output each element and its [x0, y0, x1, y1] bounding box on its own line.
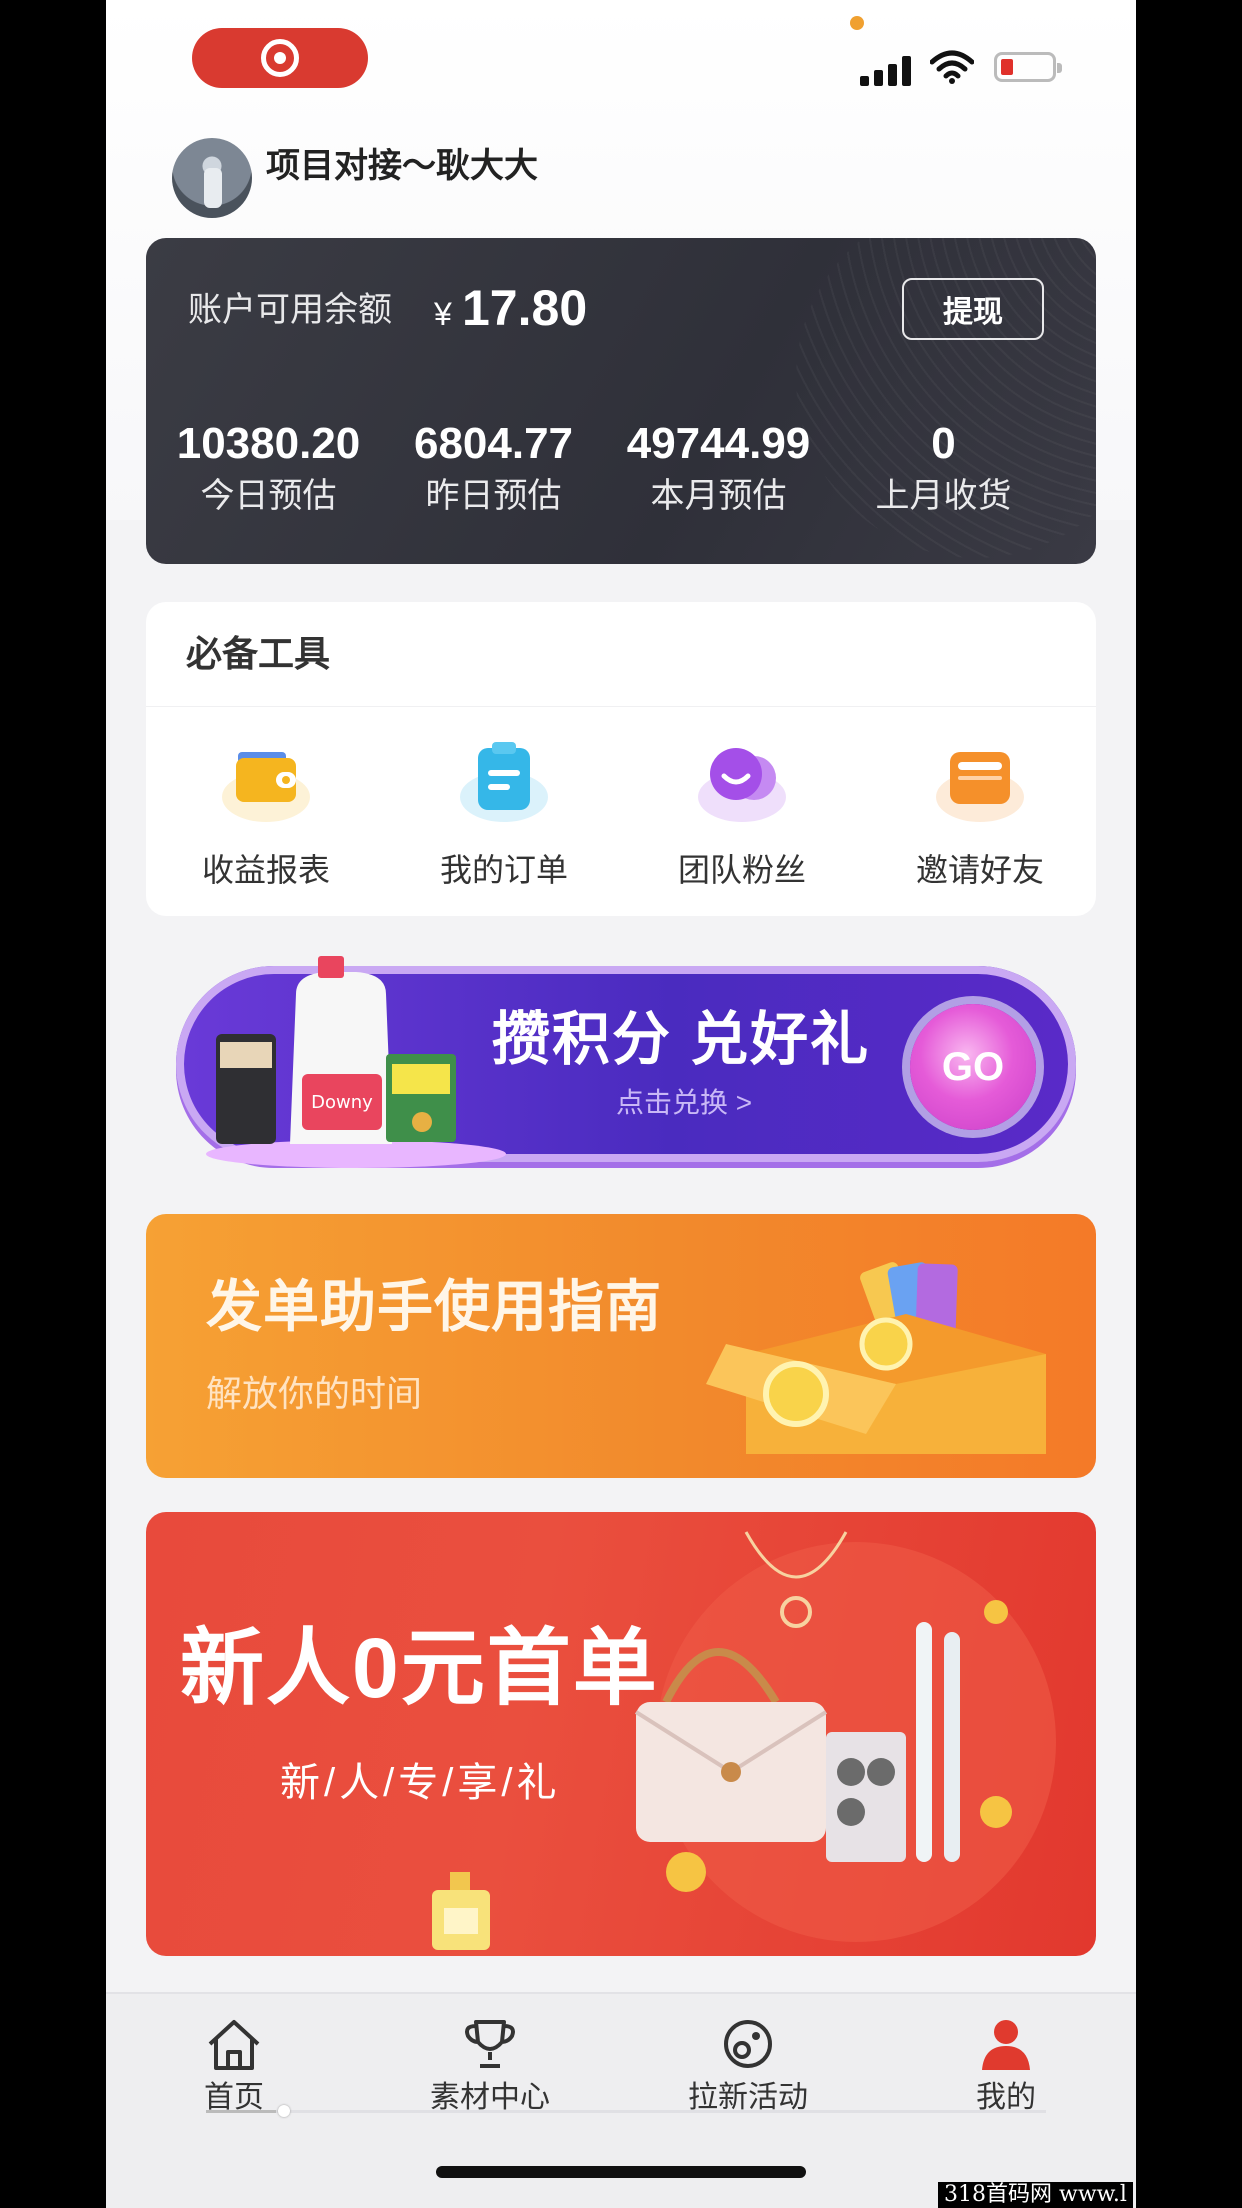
username: 项目对接～耿大大: [266, 147, 538, 185]
points-redeem-banner[interactable]: Downy 攒积分 兑好礼 点击兑换 > GO: [146, 956, 1096, 1168]
balance-label: 账户可用余额: [188, 291, 392, 329]
battery-low-icon: [994, 52, 1062, 82]
avatar[interactable]: [172, 138, 252, 218]
wallet-icon: [218, 732, 314, 828]
stat-today[interactable]: 10380.20 今日预估: [156, 418, 381, 518]
newcomer-subtitle: 新/人/专/享/礼: [280, 1761, 561, 1805]
stat-value: 49744.99: [626, 419, 811, 468]
bottom-tab-bar: 首页 素材中心 拉新活动 我的: [106, 1992, 1136, 2208]
stat-label: 今日预估: [200, 477, 337, 515]
withdraw-button[interactable]: 提现: [902, 278, 1044, 340]
tool-earnings-report[interactable]: 收益报表: [166, 732, 366, 890]
stat-value: 0: [931, 419, 956, 468]
screen-record-indicator[interactable]: [192, 28, 368, 88]
go-button[interactable]: GO: [910, 1004, 1036, 1130]
tab-material-center[interactable]: 素材中心: [390, 2014, 590, 2116]
tools-title: 必备工具: [186, 633, 331, 674]
guide-title: 发单助手使用指南: [206, 1275, 662, 1338]
stat-last-month[interactable]: 0 上月收货: [831, 418, 1056, 518]
gifts-illustration-icon: [634, 1531, 1056, 1942]
balance-currency: ¥: [434, 296, 452, 332]
tool-label: 团队粉丝: [677, 852, 806, 888]
order-icon: [456, 732, 552, 828]
tool-invite-friends[interactable]: 邀请好友: [880, 732, 1080, 890]
divider: [146, 706, 1096, 707]
tool-label: 邀请好友: [915, 852, 1044, 888]
privacy-dot-icon: [850, 16, 864, 30]
newcomer-banner[interactable]: 新人0元首单 新/人/专/享/礼: [146, 1512, 1096, 1956]
trophy-icon: [458, 2014, 522, 2074]
tool-label: 我的订单: [439, 852, 568, 888]
newcomer-title: 新人0元首单: [180, 1621, 659, 1715]
balance-card: 账户可用余额 ¥ 17.80 提现 10380.20 今日预估 6804.77 …: [146, 238, 1096, 564]
wifi-icon: [930, 50, 974, 84]
tool-label: 收益报表: [201, 852, 330, 888]
activity-icon: [716, 2014, 780, 2074]
stat-yesterday[interactable]: 6804.77 昨日预估: [381, 418, 606, 518]
tool-team-fans[interactable]: 团队粉丝: [642, 732, 842, 890]
stat-label: 上月收货: [875, 477, 1012, 515]
site-watermark: 318首码网 www.l: [938, 2182, 1133, 2208]
home-icon: [202, 2014, 266, 2074]
tab-home[interactable]: 首页: [134, 2014, 334, 2116]
team-icon: [694, 732, 790, 828]
invite-icon: [932, 732, 1028, 828]
balance-value: 17.80: [462, 280, 588, 336]
points-subtitle: 点击兑换 >: [616, 1087, 753, 1118]
home-indicator[interactable]: [436, 2166, 806, 2178]
stat-value: 10380.20: [176, 419, 361, 468]
stat-value: 6804.77: [413, 419, 574, 468]
product-brand: Downy: [311, 1092, 373, 1113]
products-illustration-icon: Downy: [206, 956, 506, 1168]
perfume-icon: [432, 1872, 490, 1950]
essential-tools-card: 必备工具 收益报表 我的订单 团队粉丝 邀请好友: [146, 602, 1096, 916]
stat-this-month[interactable]: 49744.99 本月预估: [606, 418, 831, 518]
cellular-signal-icon: [860, 52, 912, 86]
record-icon: [261, 39, 299, 77]
guide-banner[interactable]: 发单助手使用指南 解放你的时间: [146, 1214, 1096, 1478]
guide-subtitle: 解放你的时间: [206, 1373, 423, 1414]
stat-label: 昨日预估: [425, 477, 562, 515]
app-screen: 项目对接～耿大大 账户可用余额 ¥ 17.80 提现 10380.20 今日预估…: [106, 0, 1136, 2208]
tool-my-orders[interactable]: 我的订单: [404, 732, 604, 890]
earnings-stats: 10380.20 今日预估 6804.77 昨日预估 49744.99 本月预估…: [146, 418, 1096, 518]
gift-box-illustration-icon: [706, 1262, 1046, 1454]
stat-label: 本月预估: [650, 477, 787, 515]
points-title: 攒积分 兑好礼: [492, 1007, 871, 1072]
tab-referral-activity[interactable]: 拉新活动: [648, 2014, 848, 2116]
scroll-indicator: [206, 2105, 1046, 2117]
profile-icon: [974, 2014, 1038, 2074]
tab-profile[interactable]: 我的: [906, 2014, 1106, 2116]
